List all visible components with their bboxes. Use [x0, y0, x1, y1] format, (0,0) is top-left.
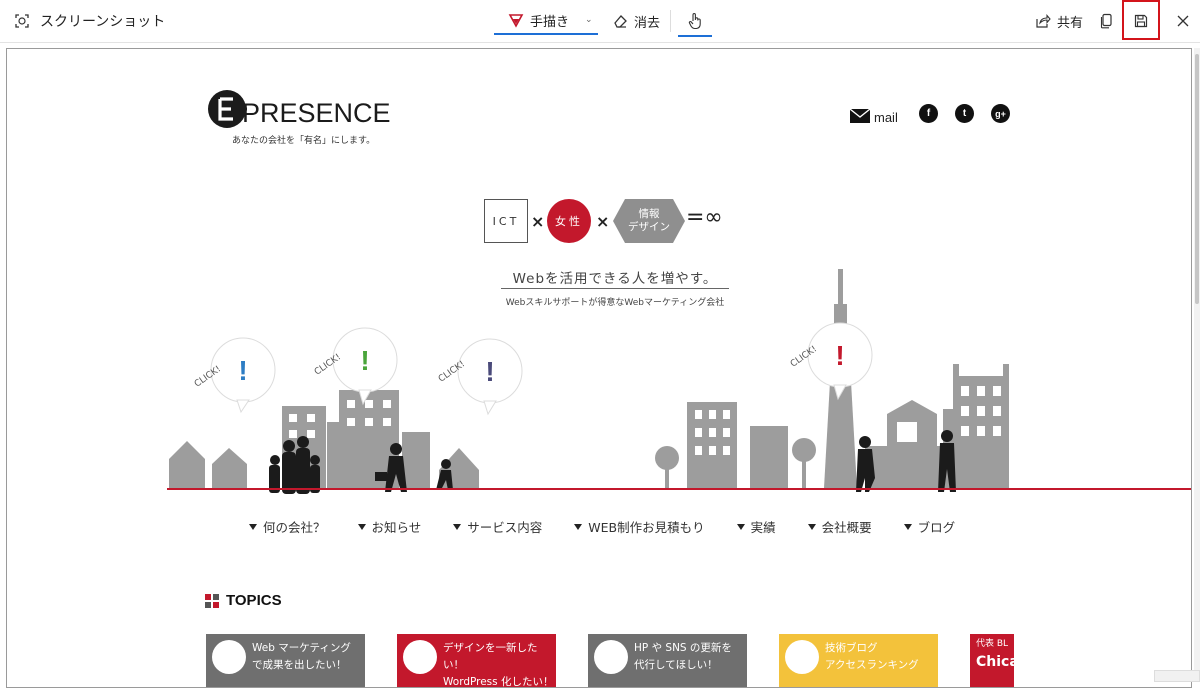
card-line-1: HP や SNS の更新を	[634, 642, 732, 654]
card-line-2: アクセスランキング	[825, 659, 919, 671]
card-line-1: Web マーケティング	[252, 642, 351, 654]
topics-heading: TOPICS	[205, 592, 282, 609]
nav-label: 何の会社？	[263, 520, 326, 535]
crown-icon	[785, 640, 819, 674]
chart-icon	[212, 640, 246, 674]
chevron-down-icon[interactable]: ⌄	[585, 15, 593, 25]
mail-icon[interactable]	[849, 108, 871, 127]
share-button[interactable]: 共有	[1035, 7, 1083, 35]
edit-icon	[594, 640, 628, 674]
pen-icon	[508, 12, 524, 28]
josei-badge: 女性	[547, 199, 591, 243]
mail-link[interactable]: mail	[874, 110, 898, 125]
nav-item-works[interactable]: 実績	[736, 517, 776, 536]
nav-item-blog[interactable]: ブログ	[903, 517, 956, 536]
nav-item-services[interactable]: サービス内容	[453, 517, 542, 536]
card-line-1: 技術ブログ	[825, 642, 878, 654]
recaptcha-badge	[1154, 670, 1200, 682]
app-title-area: スクリーンショット	[14, 11, 165, 31]
card-line-2: 代行してほしい！	[634, 659, 718, 671]
card-line-1: デザインを一新したい！	[443, 642, 538, 671]
triangle-down-icon	[903, 523, 912, 530]
close-icon	[1176, 14, 1190, 28]
share-icon	[1035, 13, 1051, 29]
nav-item-about[interactable]: 何の会社？	[249, 517, 326, 536]
ict-badge: ICT	[484, 199, 528, 243]
card-line-2: で成果を出したい！	[252, 659, 347, 671]
app-title: スクリーンショット	[40, 14, 166, 30]
topics-label: TOPICS	[226, 592, 282, 609]
card-line-2: Chica	[976, 654, 1014, 670]
svg-text:!: !	[835, 340, 844, 371]
ground-red-line	[167, 488, 1191, 490]
logo-tagline: あなたの会社を「有名」にします。	[232, 136, 376, 146]
touch-write-button[interactable]	[678, 7, 712, 37]
nav-item-news[interactable]: お知らせ	[357, 517, 422, 536]
monitor-icon	[403, 640, 437, 674]
nav-label: お知らせ	[371, 520, 422, 535]
triangle-down-icon	[249, 523, 257, 530]
save-button[interactable]	[1134, 7, 1148, 35]
logo-e-mark	[208, 90, 247, 128]
nav-label: 実績	[750, 520, 776, 535]
triangle-down-icon	[574, 523, 583, 530]
share-label: 共有	[1057, 15, 1084, 31]
close-button[interactable]	[1176, 7, 1190, 35]
triangle-down-icon	[736, 523, 745, 530]
scrollbar-thumb[interactable]	[1195, 54, 1199, 304]
eraser-label: 消去	[634, 15, 661, 31]
save-icon	[1134, 14, 1148, 28]
topics-square-icon	[205, 593, 219, 608]
times-symbol-1: ×	[531, 212, 545, 231]
logo-wordmark: PRESENCE	[242, 98, 391, 128]
nav-item-company[interactable]: 会社概要	[807, 517, 872, 536]
twitter-icon[interactable]: t	[955, 104, 974, 123]
site-logo[interactable]	[207, 89, 247, 133]
eraser-button[interactable]: 消去	[612, 7, 660, 35]
nav-label: WEB制作お見積もり	[588, 520, 705, 535]
pen-tool-label: 手描き	[530, 14, 570, 30]
equals-infinity: =∞	[686, 205, 723, 230]
eraser-icon	[612, 13, 628, 29]
nav-label: ブログ	[917, 520, 956, 535]
svg-text:!: !	[238, 355, 247, 386]
nav-label: 会社概要	[821, 520, 872, 535]
times-symbol-2: ×	[596, 212, 610, 231]
svg-text:!: !	[485, 356, 494, 387]
jouhou-design-badge: 情報 デザイン	[613, 199, 685, 243]
nav-item-estimate[interactable]: WEB制作お見積もり	[574, 517, 705, 536]
triangle-down-icon	[453, 523, 462, 530]
vertical-scrollbar[interactable]	[1194, 48, 1200, 680]
google-plus-icon[interactable]: g+	[991, 104, 1010, 123]
triangle-down-icon	[807, 523, 816, 530]
toolbar-divider	[670, 10, 671, 32]
card-line-1: 代表 BL	[976, 639, 1009, 649]
screenshot-canvas: PRESENCE あなたの会社を「有名」にします。 mail f t g+ IC…	[6, 48, 1192, 688]
triangle-down-icon	[357, 523, 366, 530]
jouhou-line-1: 情報	[638, 208, 660, 220]
hand-touch-icon	[687, 12, 703, 30]
global-nav: 何の会社？ お知らせ サービス内容 WEB制作お見積もり 実績 会社概要 ブログ	[249, 517, 987, 536]
copy-icon	[1100, 13, 1114, 29]
cityscape-illustration: ! ! ! !	[169, 269, 1009, 494]
facebook-icon[interactable]: f	[919, 104, 938, 123]
card-line-2: WordPress 化したい！	[443, 676, 554, 688]
nav-label: サービス内容	[467, 520, 543, 535]
snip-app-icon	[14, 13, 30, 29]
jouhou-line-2: デザイン	[628, 221, 670, 233]
svg-text:!: !	[360, 345, 369, 376]
pen-tool-button[interactable]: 手描き ⌄	[494, 7, 598, 35]
screenshot-toolbar: スクリーンショット 手描き ⌄ 消去 共有	[0, 0, 1200, 43]
copy-button[interactable]	[1100, 7, 1114, 35]
